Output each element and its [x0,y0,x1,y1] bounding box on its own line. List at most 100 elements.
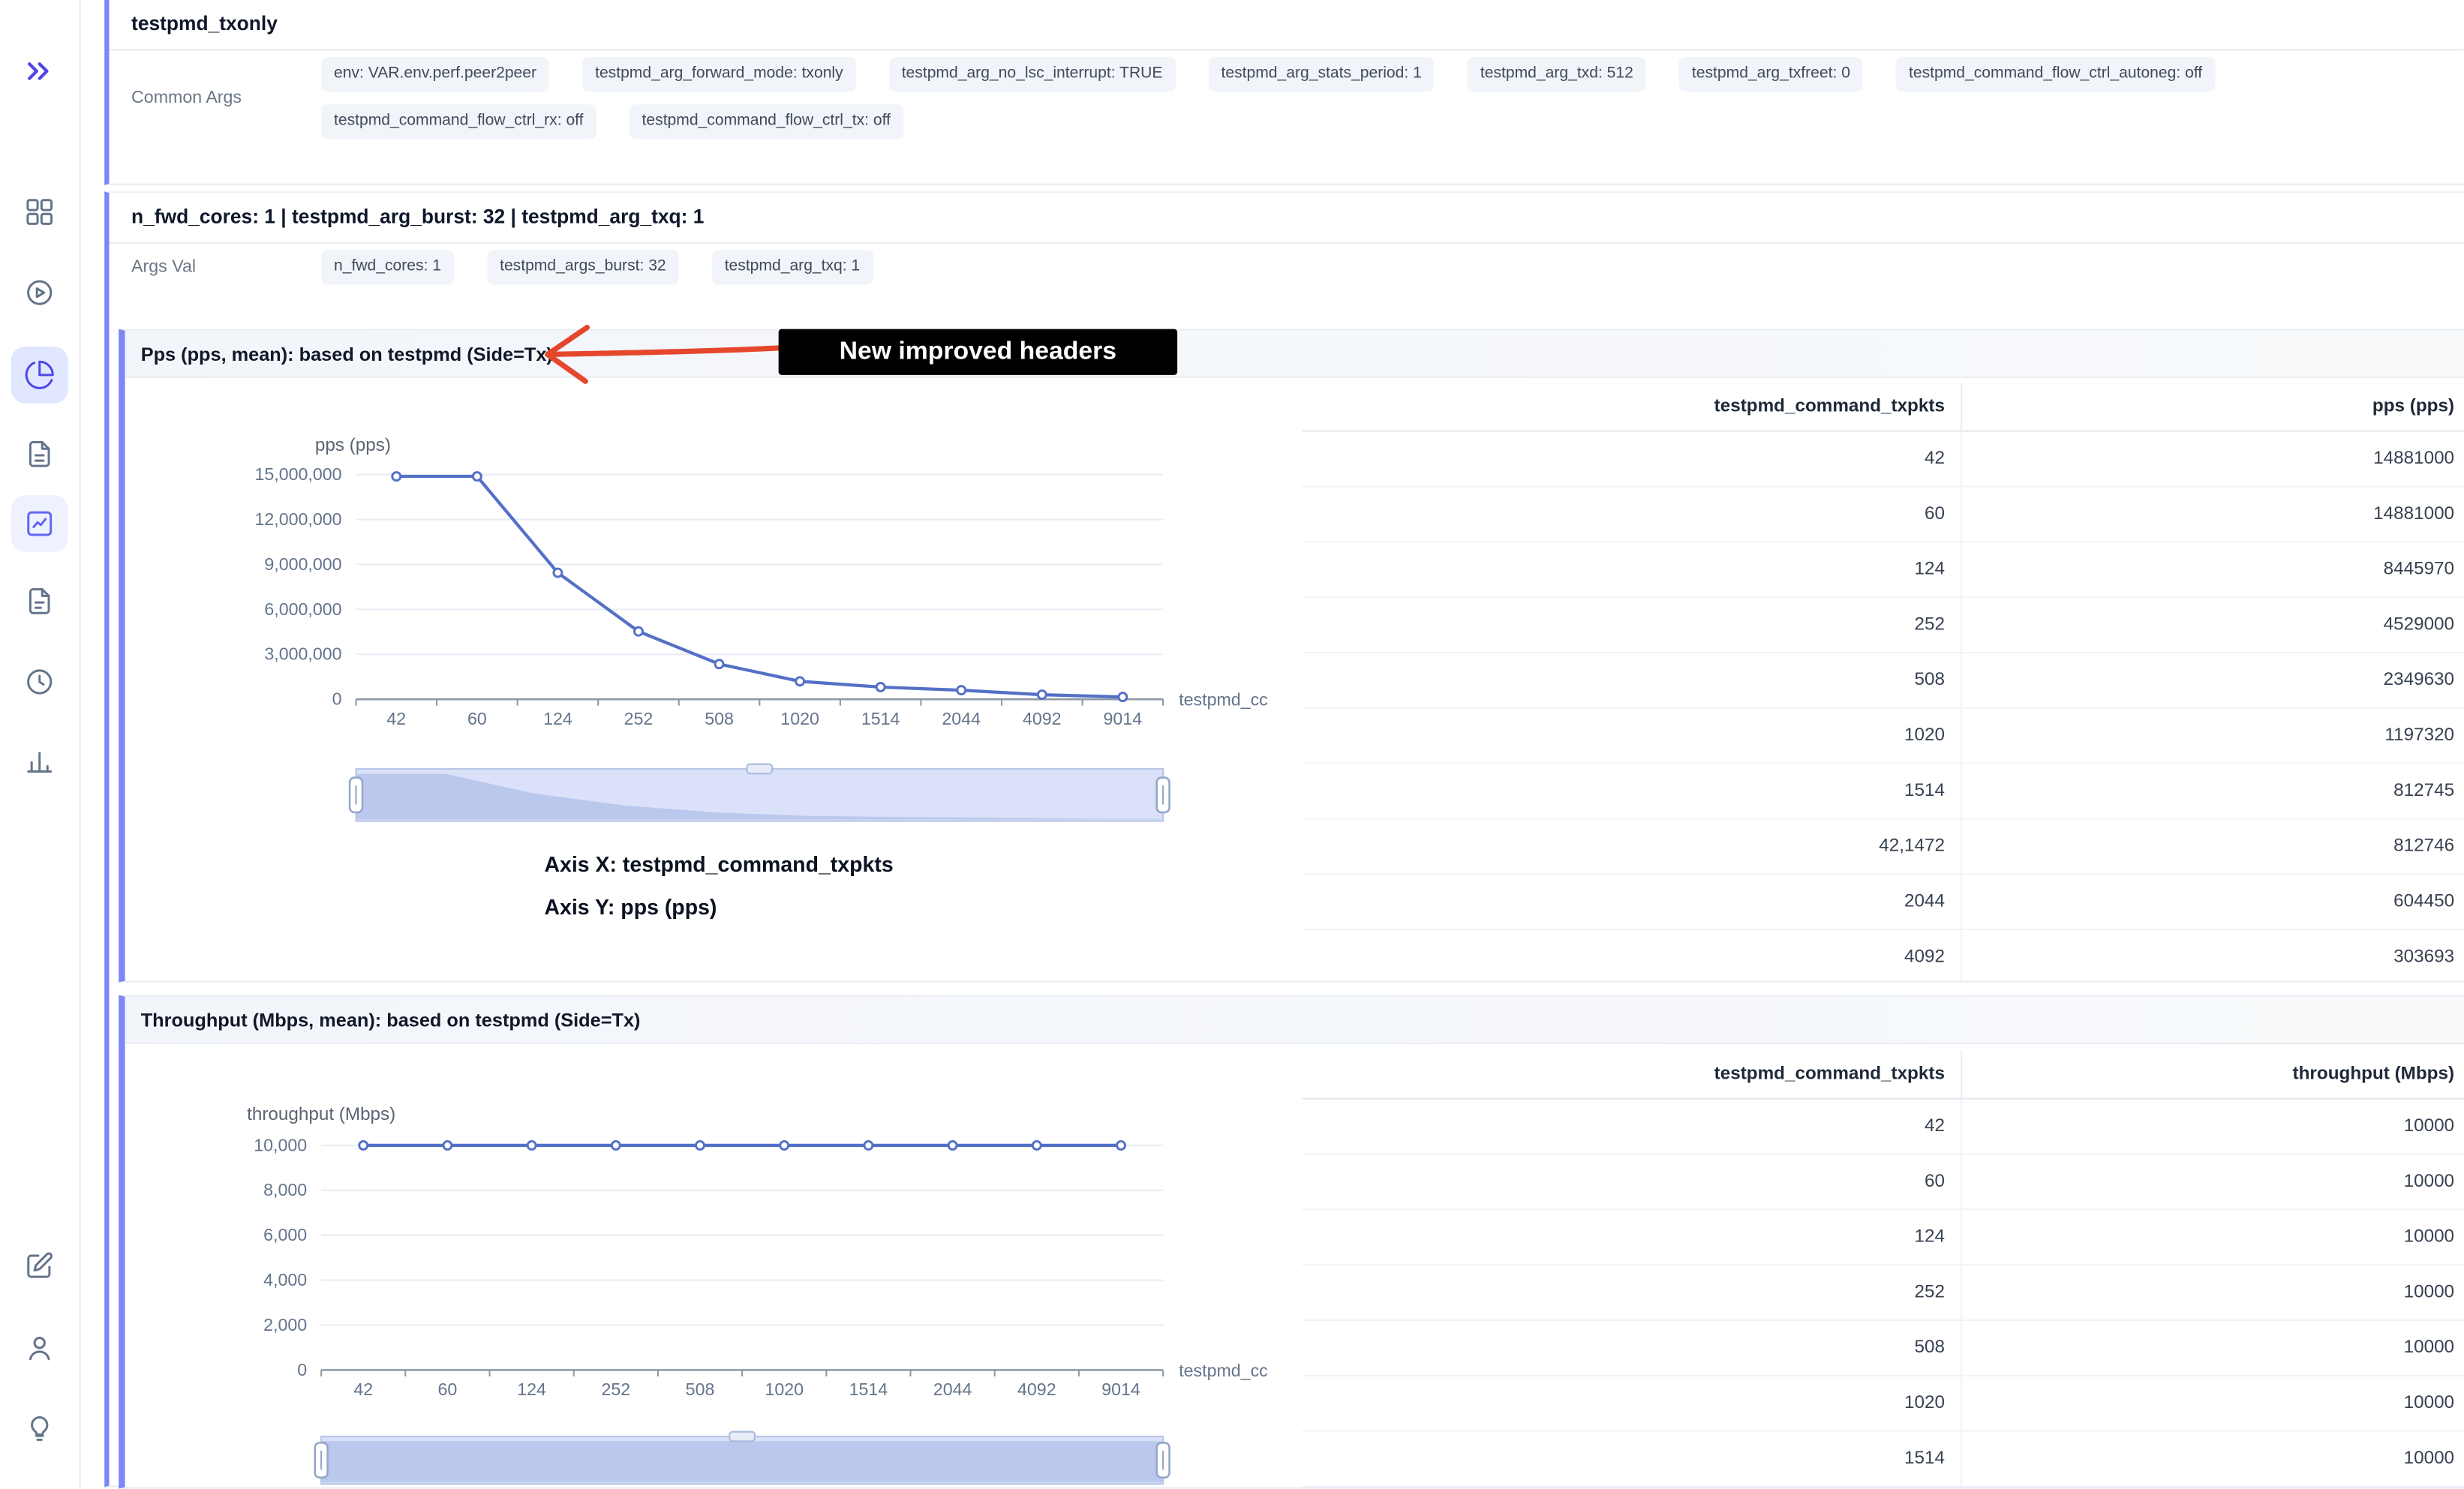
common-args-label: Common Args [131,89,321,107]
play-circle-icon[interactable] [11,264,68,321]
table-row: 50810000 [1303,1321,2464,1376]
app-window: testpmd_txonly Common Args env: VAR.env.… [0,0,2464,1487]
lightbulb-icon[interactable] [11,1400,68,1457]
table-cell: 252 [1303,1265,1961,1319]
table-cell: 42 [1303,432,1961,486]
column-header: testpmd_command_txpkts [1303,383,1961,430]
table-body: 4210000601000012410000252100005081000010… [1303,1100,2464,1487]
pie-chart-icon[interactable] [11,347,68,404]
column-header: testpmd_command_txpkts [1303,1050,1961,1097]
table-row: 2044604450 [1303,875,2464,930]
bar-chart-icon[interactable] [11,732,68,789]
table-row: 4214881000 [1303,432,2464,488]
table-cell: 10000 [1961,1100,2464,1154]
table-cell: 1197320 [1961,709,2464,763]
table-cell: 10000 [1961,1432,2464,1486]
throughput-table: testpmd_command_txpkts throughput (Mbps)… [1303,1050,2464,1487]
table-row: 102010000 [1303,1376,2464,1432]
result-group-card: n_fwd_cores: 1 | testpmd_arg_burst: 32 |… [104,191,2464,1487]
pps-panel-header[interactable]: Pps (pps, mean): based on testpmd (Side=… [125,331,2464,378]
annotation-label: New improved headers [779,329,1177,375]
args-val-row: Args Val n_fwd_cores: 1 testpmd_args_burs… [131,250,2438,284]
args-val-label: Args Val [131,258,321,277]
table-cell: 1514 [1303,1432,1961,1486]
table-cell: 14881000 [1961,488,2464,542]
table-cell: 60 [1303,1155,1961,1209]
table-header-row: testpmd_command_txpkts throughput (Mbps) [1303,1050,2464,1099]
column-header: pps (pps) [1961,383,2464,430]
divider [110,49,2464,50]
table-cell: 812746 [1961,819,2464,873]
trend-chart-icon[interactable] [11,495,68,552]
table-cell: 2349630 [1961,653,2464,707]
group-title[interactable]: n_fwd_cores: 1 | testpmd_arg_burst: 32 |… [131,206,704,228]
table-row: 1514812745 [1303,764,2464,820]
table-row: 6014881000 [1303,488,2464,543]
table-cell: 303693 [1961,930,2464,980]
arg-chip: testpmd_command_flow_ctrl_tx: off [630,104,903,139]
file-report-icon[interactable] [11,425,68,482]
arg-chip: testpmd_arg_no_lsc_interrupt: TRUE [889,57,1176,92]
table-row: 42,1472812746 [1303,819,2464,875]
column-header: throughput (Mbps) [1961,1050,2464,1097]
arg-chip: testpmd_args_burst: 32 [487,250,678,284]
table-row: 10201197320 [1303,709,2464,764]
edit-pencil-icon[interactable] [11,1237,68,1294]
table-cell: 124 [1303,542,1961,596]
expand-sidebar-icon[interactable] [11,43,68,100]
common-args-card: testpmd_txonly Common Args env: VAR.env.… [104,0,2464,185]
arg-chip: n_fwd_cores: 1 [321,250,454,284]
table-cell: 60 [1303,488,1961,542]
dashboard-grid-icon[interactable] [11,184,68,241]
file-notes-icon[interactable] [11,572,68,629]
table-cell: 604450 [1961,875,2464,929]
table-row: 4092303693 [1303,930,2464,980]
table-cell: 4092 [1303,930,1961,980]
divider [110,242,2464,244]
axis-y-caption: Axis Y: pps (pps) [544,896,717,920]
table-cell: 10000 [1961,1321,2464,1375]
sidebar [0,0,81,1487]
pps-chart-plot[interactable] [361,468,1168,707]
table-cell: 1020 [1303,709,1961,763]
arg-chip: testpmd_arg_txd: 512 [1468,57,1646,92]
pps-datazoom-slider[interactable] [361,772,1168,824]
table-cell: 508 [1303,653,1961,707]
table-cell: 1514 [1303,764,1961,818]
card-title[interactable]: testpmd_txonly [131,13,278,35]
table-header-row: testpmd_command_txpkts pps (pps) [1303,383,2464,431]
table-row: 1248445970 [1303,542,2464,598]
table-cell: 812745 [1961,764,2464,818]
table-row: 25210000 [1303,1265,2464,1321]
axis-x-caption: Axis X: testpmd_command_txpkts [544,853,893,877]
table-row: 2524529000 [1303,598,2464,653]
table-row: 4210000 [1303,1100,2464,1155]
table-cell: 508 [1303,1321,1961,1375]
common-args-chips: env: VAR.env.perf.peer2peertestpmd_arg_f… [321,57,2426,140]
table-cell: 1020 [1303,1376,1961,1430]
table-cell: 2044 [1303,875,1961,929]
arg-chip: testpmd_arg_stats_period: 1 [1209,57,1435,92]
table-cell: 10000 [1961,1155,2464,1209]
arg-chip: testpmd_command_flow_ctrl_autoneg: off [1896,57,2215,92]
arg-chip: testpmd_arg_txfreet: 0 [1679,57,1863,92]
user-profile-icon[interactable] [11,1319,68,1376]
table-cell: 252 [1303,598,1961,652]
table-row: 12410000 [1303,1210,2464,1265]
arg-chip: testpmd_arg_forward_mode: txonly [582,57,855,92]
pps-table: testpmd_command_txpkts pps (pps) 4214881… [1303,383,2464,980]
history-clock-icon[interactable] [11,653,68,710]
table-row: 6010000 [1303,1155,2464,1211]
throughput-chart-plot[interactable] [326,1148,1167,1373]
table-body: 4214881000601488100012484459702524529000… [1303,432,2464,981]
throughput-panel-header[interactable]: Throughput (Mbps, mean): based on testpm… [125,997,2464,1044]
table-cell: 124 [1303,1210,1961,1264]
pps-panel: Pps (pps, mean): based on testpmd (Side=… [119,329,2464,983]
table-cell: 10000 [1961,1376,2464,1430]
table-cell: 8445970 [1961,542,2464,596]
throughput-datazoom-slider[interactable] [326,1439,1167,1487]
args-val-chips: n_fwd_cores: 1 testpmd_args_burst: 32 test… [321,250,873,284]
table-cell: 14881000 [1961,432,2464,486]
arg-chip: testpmd_arg_txq: 1 [712,250,873,284]
table-cell: 42,1472 [1303,819,1961,873]
